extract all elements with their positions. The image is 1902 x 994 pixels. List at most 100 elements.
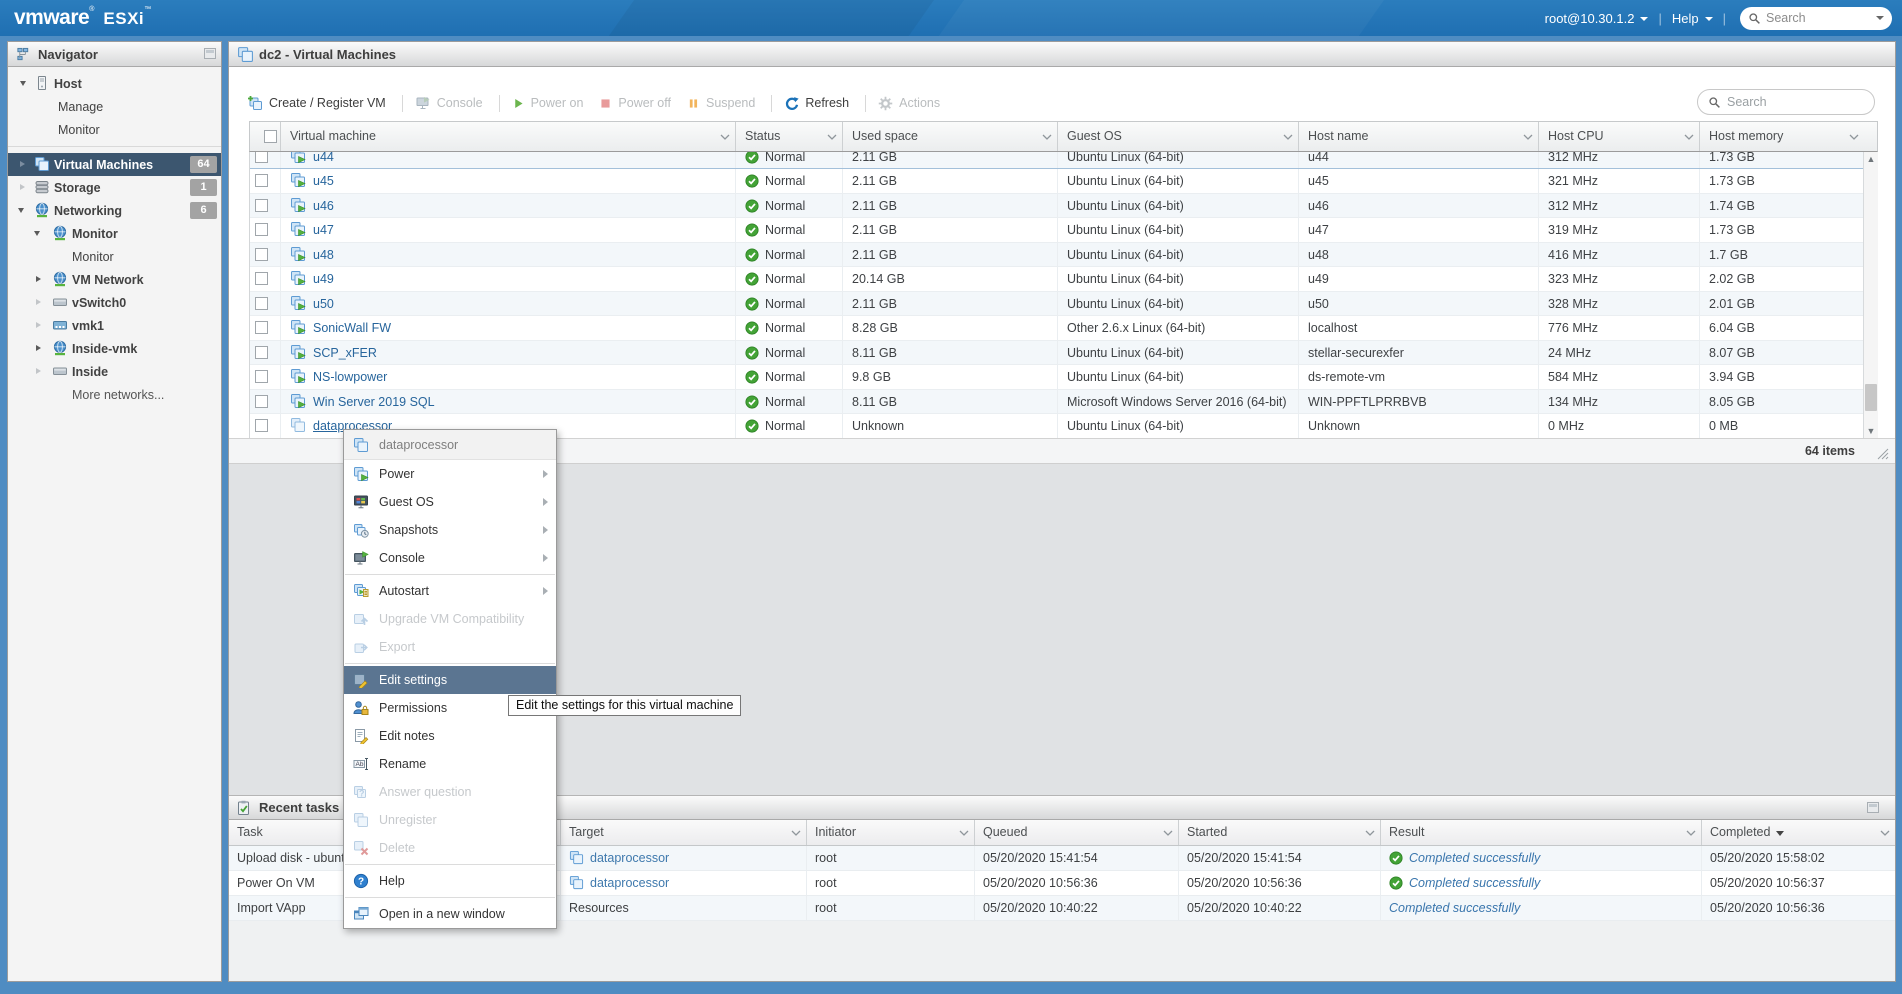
sidebar-item-more-networks[interactable]: More networks... (8, 383, 221, 406)
column-header-used-space[interactable]: Used space (843, 122, 1058, 151)
column-header-result[interactable]: Result (1381, 820, 1702, 845)
column-header-guest-os[interactable]: Guest OS (1058, 122, 1299, 151)
chevron-right-icon[interactable] (36, 299, 41, 305)
column-header-host-name[interactable]: Host name (1299, 122, 1539, 151)
chevron-down-icon[interactable] (1523, 134, 1533, 140)
chevron-down-icon[interactable] (1849, 134, 1859, 140)
scroll-up-icon[interactable]: ▲ (1864, 152, 1878, 167)
suspend-button[interactable]: Suspend (687, 96, 755, 110)
row-checkbox-cell[interactable] (250, 365, 281, 389)
row-checkbox-cell[interactable] (250, 341, 281, 365)
power-off-button[interactable]: Power off (599, 96, 671, 110)
chevron-right-icon[interactable] (20, 184, 25, 190)
sidebar-item-vm-network[interactable]: VM Network (8, 268, 221, 291)
panel-collapse-icon[interactable] (204, 48, 216, 59)
chevron-down-icon[interactable] (20, 81, 26, 86)
chevron-down-icon[interactable] (1042, 134, 1052, 140)
column-header-status[interactable]: Status (736, 122, 843, 151)
table-row[interactable]: u48 Normal 2.11 GB Ubuntu Linux (64-bit)… (250, 243, 1864, 268)
vm-name-link[interactable]: u47 (313, 223, 334, 237)
column-header-started[interactable]: Started (1179, 820, 1381, 845)
table-row[interactable]: u46 Normal 2.11 GB Ubuntu Linux (64-bit)… (250, 194, 1864, 219)
chevron-down-icon[interactable] (1283, 134, 1293, 140)
chevron-down-icon[interactable] (1163, 830, 1173, 836)
vm-name-link[interactable]: NS-lowpower (313, 370, 387, 384)
table-row[interactable]: u47 Normal 2.11 GB Ubuntu Linux (64-bit)… (250, 218, 1864, 243)
vm-name-link[interactable]: u46 (313, 199, 334, 213)
chevron-right-icon[interactable] (36, 322, 41, 328)
menu-item-snapshots[interactable]: Snapshots (344, 516, 556, 544)
table-row[interactable]: u49 Normal 20.14 GB Ubuntu Linux (64-bit… (250, 267, 1864, 292)
help-menu[interactable]: Help (1672, 11, 1713, 26)
menu-item-console[interactable]: Console (344, 544, 556, 572)
global-search-input[interactable] (1766, 11, 1870, 25)
sidebar-item-networking[interactable]: Networking 6 (8, 199, 221, 222)
sidebar-item-vswitch0[interactable]: vSwitch0 (8, 291, 221, 314)
table-row[interactable]: NS-lowpower Normal 9.8 GB Ubuntu Linux (… (250, 365, 1864, 390)
chevron-down-icon[interactable] (18, 208, 24, 213)
row-checkbox-cell[interactable] (250, 292, 281, 316)
vm-name-link[interactable]: u44 (313, 152, 334, 164)
vm-name-link[interactable]: u49 (313, 272, 334, 286)
row-checkbox-cell[interactable] (250, 414, 281, 438)
menu-item-power[interactable]: Power (344, 460, 556, 488)
chevron-down-icon[interactable] (1686, 830, 1696, 836)
row-checkbox-cell[interactable] (250, 243, 281, 267)
sidebar-item-monitor[interactable]: Monitor (8, 118, 221, 141)
chevron-right-icon[interactable] (20, 161, 25, 167)
table-row[interactable]: u50 Normal 2.11 GB Ubuntu Linux (64-bit)… (250, 292, 1864, 317)
vm-name-link[interactable]: Win Server 2019 SQL (313, 395, 435, 409)
vm-list-search[interactable] (1697, 89, 1875, 115)
column-header-target[interactable]: Target (561, 820, 807, 845)
row-checkbox-cell[interactable] (250, 194, 281, 218)
table-row-partial[interactable]: u44 Normal 2.11 GB Ubuntu Linux (64-bit)… (250, 152, 1864, 169)
menu-item-autostart[interactable]: Autostart (344, 577, 556, 605)
chevron-down-icon[interactable] (720, 134, 730, 140)
menu-item-help[interactable]: Help (344, 867, 556, 895)
sidebar-item-manage[interactable]: Manage (8, 95, 221, 118)
table-row[interactable]: SonicWall FW Normal 8.28 GB Other 2.6.x … (250, 316, 1864, 341)
row-checkbox-cell[interactable] (250, 390, 281, 414)
chevron-down-icon[interactable] (1880, 830, 1890, 836)
vm-name-link[interactable]: u50 (313, 297, 334, 311)
table-row[interactable]: u45 Normal 2.11 GB Ubuntu Linux (64-bit)… (250, 169, 1864, 194)
sidebar-item-storage[interactable]: Storage 1 (8, 176, 221, 199)
sidebar-item-net-monitor[interactable]: Monitor (8, 222, 221, 245)
sidebar-item-net-monitor-sub[interactable]: Monitor (8, 245, 221, 268)
chevron-down-icon[interactable] (959, 830, 969, 836)
column-header-completed[interactable]: Completed (1702, 820, 1895, 845)
sidebar-item-virtual-machines[interactable]: Virtual Machines 64 (8, 153, 221, 176)
sidebar-item-vmk1[interactable]: vmk1 (8, 314, 221, 337)
user-menu[interactable]: root@10.30.1.2 (1545, 11, 1649, 26)
menu-item-rename[interactable]: Rename (344, 750, 556, 778)
refresh-button[interactable]: Refresh (784, 96, 849, 111)
resize-grip-icon[interactable] (1877, 448, 1889, 460)
column-header-virtual-machine[interactable]: Virtual machine (281, 122, 736, 151)
menu-item-edit-notes[interactable]: Edit notes (344, 722, 556, 750)
global-search[interactable] (1740, 7, 1892, 30)
scrollbar-thumb[interactable] (1865, 384, 1877, 411)
row-checkbox-cell[interactable] (250, 169, 281, 193)
chevron-right-icon[interactable] (36, 368, 41, 374)
vm-name-link[interactable]: u45 (313, 174, 334, 188)
chevron-down-icon[interactable] (34, 231, 40, 236)
row-checkbox-cell[interactable] (250, 218, 281, 242)
sidebar-item-inside-vmk[interactable]: Inside-vmk (8, 337, 221, 360)
column-header-host-cpu[interactable]: Host CPU (1539, 122, 1700, 151)
panel-maximize-icon[interactable] (1867, 802, 1879, 813)
table-row[interactable]: Win Server 2019 SQL Normal 8.11 GB Micro… (250, 390, 1864, 415)
select-all-checkbox-cell[interactable] (250, 122, 281, 151)
vm-name-link[interactable]: SCP_xFER (313, 346, 377, 360)
menu-item-edit-settings[interactable]: Edit settings (344, 666, 556, 694)
chevron-right-icon[interactable] (36, 276, 41, 282)
row-checkbox-cell[interactable] (250, 267, 281, 291)
chevron-down-icon[interactable] (791, 830, 801, 836)
table-row[interactable]: SCP_xFER Normal 8.11 GB Ubuntu Linux (64… (250, 341, 1864, 366)
power-on-button[interactable]: Power on (512, 96, 584, 110)
column-header-queued[interactable]: Queued (975, 820, 1179, 845)
actions-button[interactable]: Actions (878, 96, 940, 111)
vm-name-link[interactable]: SonicWall FW (313, 321, 391, 335)
create-register-vm-button[interactable]: Create / Register VM (247, 95, 386, 111)
sidebar-item-inside[interactable]: Inside (8, 360, 221, 383)
sidebar-item-host[interactable]: Host (8, 72, 221, 95)
